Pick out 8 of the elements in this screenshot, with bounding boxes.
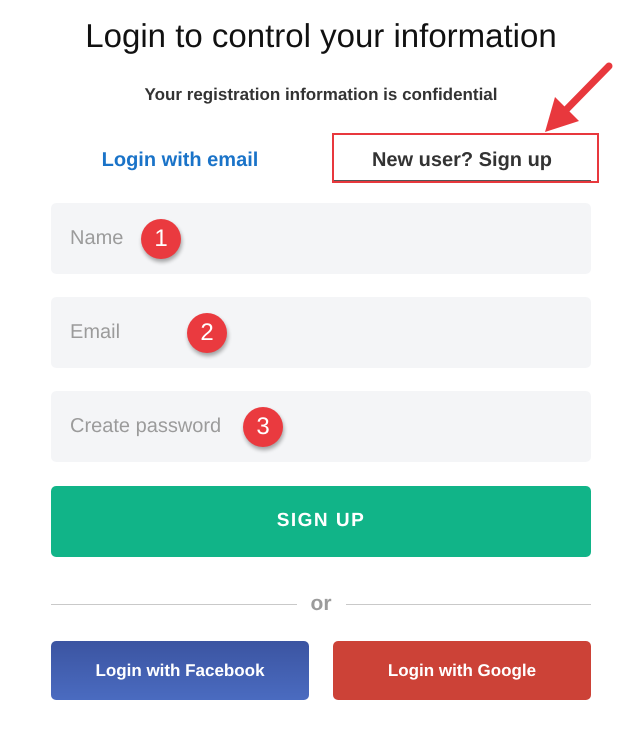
page-title: Login to control your information bbox=[84, 16, 558, 56]
tab[interactable]: Login with email bbox=[51, 142, 309, 182]
social-login-button[interactable]: Login with Facebook bbox=[51, 641, 309, 700]
subtitle-text: Your registration information is confidential bbox=[144, 84, 498, 106]
divider-label: or bbox=[310, 591, 332, 617]
sign-up-button[interactable]: SIGN UP bbox=[51, 486, 591, 557]
tab[interactable]: New user? Sign up bbox=[333, 142, 591, 182]
social-login-button[interactable]: Login with Google bbox=[333, 641, 591, 700]
